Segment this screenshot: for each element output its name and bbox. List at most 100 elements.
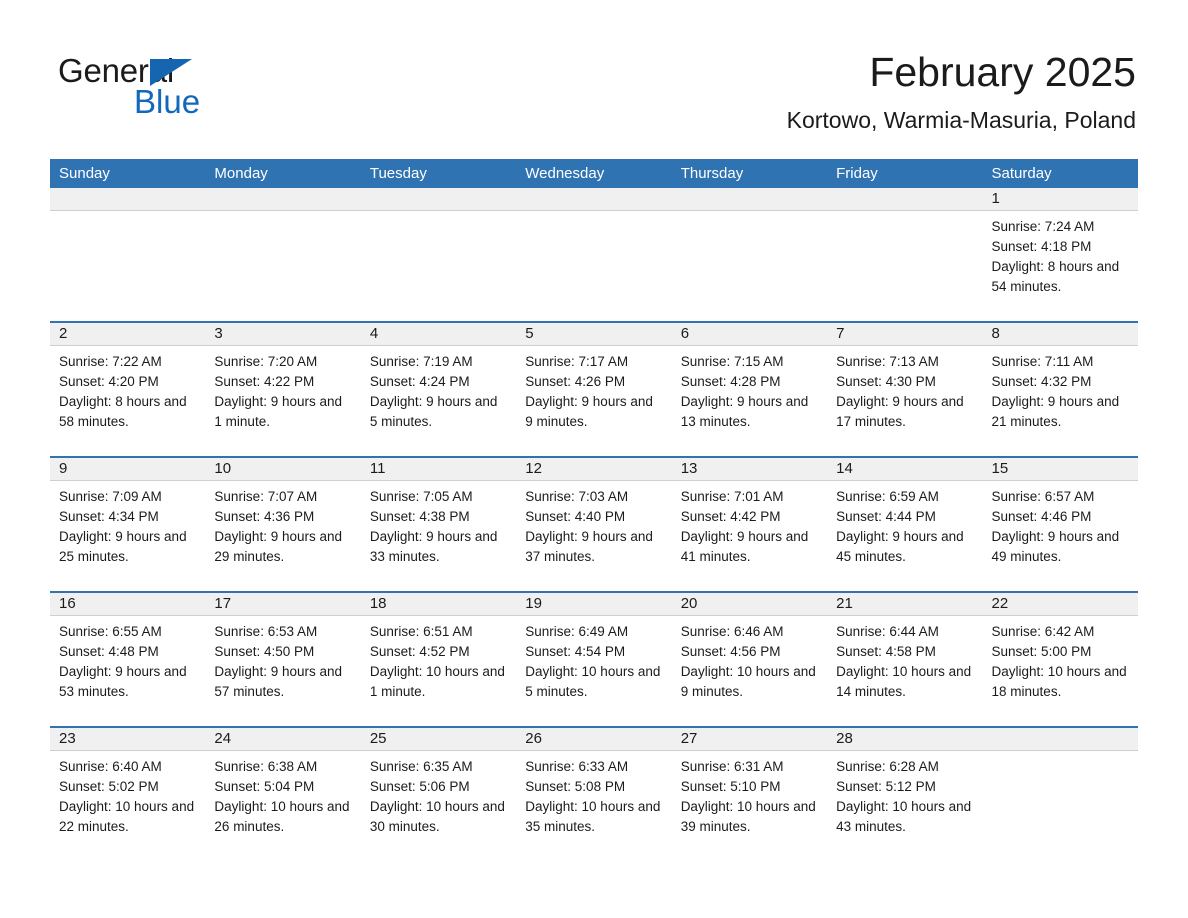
title-block: February 2025 Kortowo, Warmia-Masuria, P…	[787, 48, 1136, 135]
sunrise-text: Sunrise: 6:35 AM	[369, 759, 473, 774]
day-cell-empty	[671, 188, 828, 321]
daylight-text: Daylight: 9 hours and 9 minutes.	[525, 394, 653, 429]
day-cell[interactable]: 4 Sunrise: 7:19 AM Sunset: 4:24 PM Daylight…	[360, 323, 517, 456]
day-number-band: 13	[671, 458, 828, 481]
sunset-text: Sunset: 4:28 PM	[680, 374, 781, 389]
day-cell[interactable]: 3 Sunrise: 7:20 AM Sunset: 4:22 PM Daylight…	[205, 323, 361, 456]
day-cell-empty	[50, 188, 206, 321]
day-cell[interactable]: 28 Sunrise: 6:28 AM Sunset: 5:12 PM Dayligh…	[827, 728, 983, 861]
day-cell[interactable]: 7 Sunrise: 7:13 AM Sunset: 4:30 PM Daylight…	[827, 323, 983, 456]
day-number-band	[516, 188, 672, 211]
daylight-text: Daylight: 10 hours and 18 minutes.	[991, 664, 1127, 699]
day-number-band: 15	[982, 458, 1138, 481]
day-cell[interactable]: 11 Sunrise: 7:05 AM Sunset: 4:38 PM Dayligh…	[360, 458, 517, 591]
sunset-text: Sunset: 5:12 PM	[836, 779, 936, 794]
day-number: 26	[525, 730, 542, 747]
sunrise-text: Sunrise: 7:05 AM	[369, 489, 473, 504]
day-cell[interactable]: 10 Sunrise: 7:07 AM Sunset: 4:36 PM Dayligh…	[205, 458, 361, 591]
day-cell-empty	[205, 188, 361, 321]
day-number: 18	[369, 595, 387, 612]
general-blue-logo[interactable]: General Blue	[58, 52, 358, 122]
day-number-band: 10	[205, 458, 361, 481]
daylight-text: Daylight: 9 hours and 41 minutes.	[680, 529, 809, 564]
weekday-header-saturday: Saturday	[991, 165, 1052, 182]
day-number-band	[982, 728, 1138, 751]
day-info: Sunrise: 7:03 AM Sunset: 4:40 PM Daylight:…	[516, 481, 671, 567]
sunset-text: Sunset: 5:04 PM	[214, 779, 315, 794]
day-info: Sunrise: 6:38 AM Sunset: 5:04 PM Daylight:…	[205, 751, 360, 837]
day-number-band: 27	[671, 728, 828, 751]
sunrise-text: Sunrise: 6:53 AM	[214, 624, 318, 639]
day-cell[interactable]: 21 Sunrise: 6:44 AM Sunset: 4:58 PM Dayligh…	[827, 593, 983, 726]
day-number: 8	[991, 325, 1000, 342]
day-number-band	[671, 188, 828, 211]
day-number: 2	[59, 325, 68, 342]
calendar-week-row: 16 Sunrise: 6:55 AM Sunset: 4:48 PM Dayligh…	[50, 591, 1138, 726]
day-number-band: 6	[671, 323, 828, 346]
day-number: 5	[525, 325, 534, 342]
sunrise-text: Sunrise: 7:11 AM	[991, 354, 1094, 369]
day-number-band: 2	[50, 323, 206, 346]
day-cell[interactable]: 17 Sunrise: 6:53 AM Sunset: 4:50 PM Dayligh…	[205, 593, 361, 726]
daylight-text: Daylight: 10 hours and 35 minutes.	[525, 799, 661, 834]
day-cell[interactable]: 26 Sunrise: 6:33 AM Sunset: 5:08 PM Dayligh…	[516, 728, 672, 861]
page-title: February 2025	[869, 49, 1136, 95]
day-number: 16	[59, 595, 76, 612]
day-cell[interactable]: 8 Sunrise: 7:11 AM Sunset: 4:32 PM Daylight…	[982, 323, 1138, 456]
day-cell[interactable]: 19 Sunrise: 6:49 AM Sunset: 4:54 PM Dayligh…	[516, 593, 672, 726]
daylight-text: Daylight: 10 hours and 1 minute.	[369, 664, 505, 699]
daylight-text: Daylight: 8 hours and 58 minutes.	[59, 394, 187, 429]
day-cell[interactable]: 24 Sunrise: 6:38 AM Sunset: 5:04 PM Dayligh…	[205, 728, 361, 861]
day-cell[interactable]: 25 Sunrise: 6:35 AM Sunset: 5:06 PM Dayligh…	[360, 728, 517, 861]
sunrise-text: Sunrise: 6:49 AM	[525, 624, 629, 639]
day-info: Sunrise: 7:19 AM Sunset: 4:24 PM Daylight:…	[361, 346, 516, 432]
daylight-text: Daylight: 9 hours and 45 minutes.	[836, 529, 964, 564]
day-number-band	[50, 188, 206, 211]
day-cell[interactable]: 12 Sunrise: 7:03 AM Sunset: 4:40 PM Dayligh…	[516, 458, 672, 591]
day-cell[interactable]: 27 Sunrise: 6:31 AM Sunset: 5:10 PM Dayligh…	[671, 728, 828, 861]
day-info: Sunrise: 7:20 AM Sunset: 4:22 PM Daylight:…	[205, 346, 360, 432]
day-cell[interactable]: 6 Sunrise: 7:15 AM Sunset: 4:28 PM Daylight…	[671, 323, 828, 456]
day-number: 3	[214, 325, 223, 342]
sunrise-text: Sunrise: 7:19 AM	[369, 354, 473, 369]
sunset-text: Sunset: 5:10 PM	[680, 779, 781, 794]
day-cell[interactable]: 14 Sunrise: 6:59 AM Sunset: 4:44 PM Dayligh…	[827, 458, 983, 591]
day-number: 22	[991, 595, 1009, 612]
sunrise-text: Sunrise: 7:03 AM	[525, 489, 629, 504]
day-cell-empty	[982, 728, 1138, 861]
day-cell[interactable]: 2 Sunrise: 7:22 AM Sunset: 4:20 PM Daylight…	[50, 323, 206, 456]
calendar-weeks: 1 Sunrise: 7:24 AM Sunset: 4:18 PM Daylight…	[50, 188, 1138, 861]
day-cell[interactable]: 16 Sunrise: 6:55 AM Sunset: 4:48 PM Dayligh…	[50, 593, 206, 726]
day-cell-empty	[827, 188, 983, 321]
calendar-page: General Blue February 2025 Kortowo, Warm…	[0, 0, 1188, 918]
day-info: Sunrise: 6:31 AM Sunset: 5:10 PM Daylight:…	[672, 751, 827, 837]
day-cell[interactable]: 9 Sunrise: 7:09 AM Sunset: 4:34 PM Daylight…	[50, 458, 206, 591]
day-info: Sunrise: 7:11 AM Sunset: 4:32 PM Daylight:…	[983, 346, 1138, 432]
daylight-text: Daylight: 10 hours and 9 minutes.	[680, 664, 816, 699]
sunrise-text: Sunrise: 7:07 AM	[214, 489, 318, 504]
day-number-band: 22	[982, 593, 1138, 616]
day-cell[interactable]: 18 Sunrise: 6:51 AM Sunset: 4:52 PM Dayligh…	[360, 593, 517, 726]
day-number: 15	[991, 460, 1009, 477]
day-cell[interactable]: 13 Sunrise: 7:01 AM Sunset: 4:42 PM Dayligh…	[671, 458, 828, 591]
day-cell[interactable]: 22 Sunrise: 6:42 AM Sunset: 5:00 PM Dayligh…	[982, 593, 1138, 726]
day-cell[interactable]: 15 Sunrise: 6:57 AM Sunset: 4:46 PM Dayligh…	[982, 458, 1138, 591]
day-cell[interactable]: 20 Sunrise: 6:46 AM Sunset: 4:56 PM Dayligh…	[671, 593, 828, 726]
day-cell[interactable]: 5 Sunrise: 7:17 AM Sunset: 4:26 PM Daylight…	[516, 323, 672, 456]
day-number: 28	[836, 730, 853, 747]
daylight-text: Daylight: 8 hours and 54 minutes.	[991, 259, 1120, 294]
daylight-text: Daylight: 9 hours and 5 minutes.	[369, 394, 498, 429]
daylight-text: Daylight: 9 hours and 49 minutes.	[991, 529, 1120, 564]
day-number-band: 3	[205, 323, 361, 346]
sunrise-text: Sunrise: 6:46 AM	[680, 624, 784, 639]
sunrise-text: Sunrise: 6:59 AM	[836, 489, 939, 504]
day-number: 13	[680, 460, 698, 477]
day-info: Sunrise: 6:51 AM Sunset: 4:52 PM Daylight:…	[361, 616, 516, 702]
day-cell[interactable]: 1 Sunrise: 7:24 AM Sunset: 4:18 PM Daylight…	[982, 188, 1138, 321]
day-number-band: 7	[827, 323, 983, 346]
weekday-header-monday: Monday	[214, 165, 268, 182]
day-cell[interactable]: 23 Sunrise: 6:40 AM Sunset: 5:02 PM Dayligh…	[50, 728, 206, 861]
sunrise-text: Sunrise: 6:40 AM	[59, 759, 162, 774]
day-number-band: 26	[516, 728, 672, 751]
daylight-text: Daylight: 9 hours and 21 minutes.	[991, 394, 1120, 429]
